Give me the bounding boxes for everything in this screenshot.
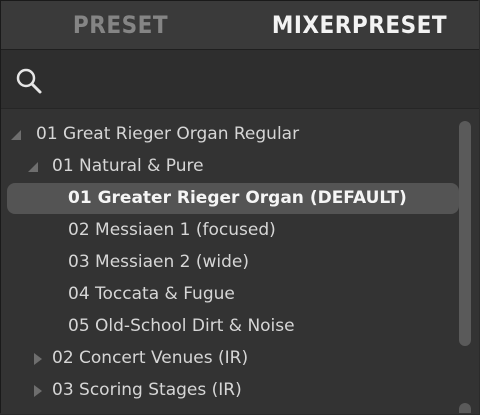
preset-tree: 01 Great Rieger Organ Regular 01 Natural…: [1, 109, 479, 414]
tab-mixerpreset[interactable]: MIXERPRESET: [240, 1, 479, 49]
tree-preset-toccata-fugue[interactable]: 04 Toccata & Fugue: [7, 279, 459, 310]
expanded-triangle-icon[interactable]: [26, 160, 40, 174]
tree-item-label: 05 Old-School Dirt & Noise: [68, 316, 295, 336]
tree-preset-messiaen-2[interactable]: 03 Messiaen 2 (wide): [7, 247, 459, 278]
scrollbar-thumb[interactable]: [459, 121, 471, 346]
collapsed-triangle-icon[interactable]: [31, 352, 45, 366]
search-bar: [1, 50, 479, 109]
scrollbar-bottom[interactable]: [459, 403, 471, 413]
tree-item-label: 01 Natural & Pure: [52, 156, 204, 176]
tree-preset-old-school-dirt-noise[interactable]: 05 Old-School Dirt & Noise: [7, 311, 459, 342]
tree-preset-messiaen-1[interactable]: 02 Messiaen 1 (focused): [7, 215, 459, 246]
tree-folder-natural-pure[interactable]: 01 Natural & Pure: [7, 151, 459, 182]
tree-folder-great-rieger-organ-regular[interactable]: 01 Great Rieger Organ Regular: [7, 119, 459, 150]
collapsed-triangle-icon[interactable]: [31, 384, 45, 398]
tab-preset[interactable]: PRESET: [1, 1, 240, 49]
tab-bar: PRESET MIXERPRESET: [1, 1, 479, 50]
search-input[interactable]: [53, 64, 457, 96]
tree-preset-greater-rieger-organ-default[interactable]: 01 Greater Rieger Organ (DEFAULT): [7, 183, 459, 214]
tree-folder-scoring-stages[interactable]: 03 Scoring Stages (IR): [7, 375, 459, 406]
search-icon[interactable]: [15, 67, 43, 95]
tree-item-label: 02 Concert Venues (IR): [52, 348, 249, 368]
tree-folder-concert-venues[interactable]: 02 Concert Venues (IR): [7, 343, 459, 374]
tree-item-label: 04 Toccata & Fugue: [68, 284, 235, 304]
tree-item-label: 01 Great Rieger Organ Regular: [36, 124, 300, 144]
tree-item-label: 03 Scoring Stages (IR): [52, 380, 242, 400]
tree-item-label: 03 Messiaen 2 (wide): [68, 252, 250, 272]
tree-item-label: 02 Messiaen 1 (focused): [68, 220, 276, 240]
mixer-preset-browser: PRESET MIXERPRESET 01 Great Rieger Organ…: [0, 0, 479, 414]
expanded-triangle-icon[interactable]: [9, 128, 23, 142]
tree-item-label: 01 Greater Rieger Organ (DEFAULT): [68, 188, 407, 208]
